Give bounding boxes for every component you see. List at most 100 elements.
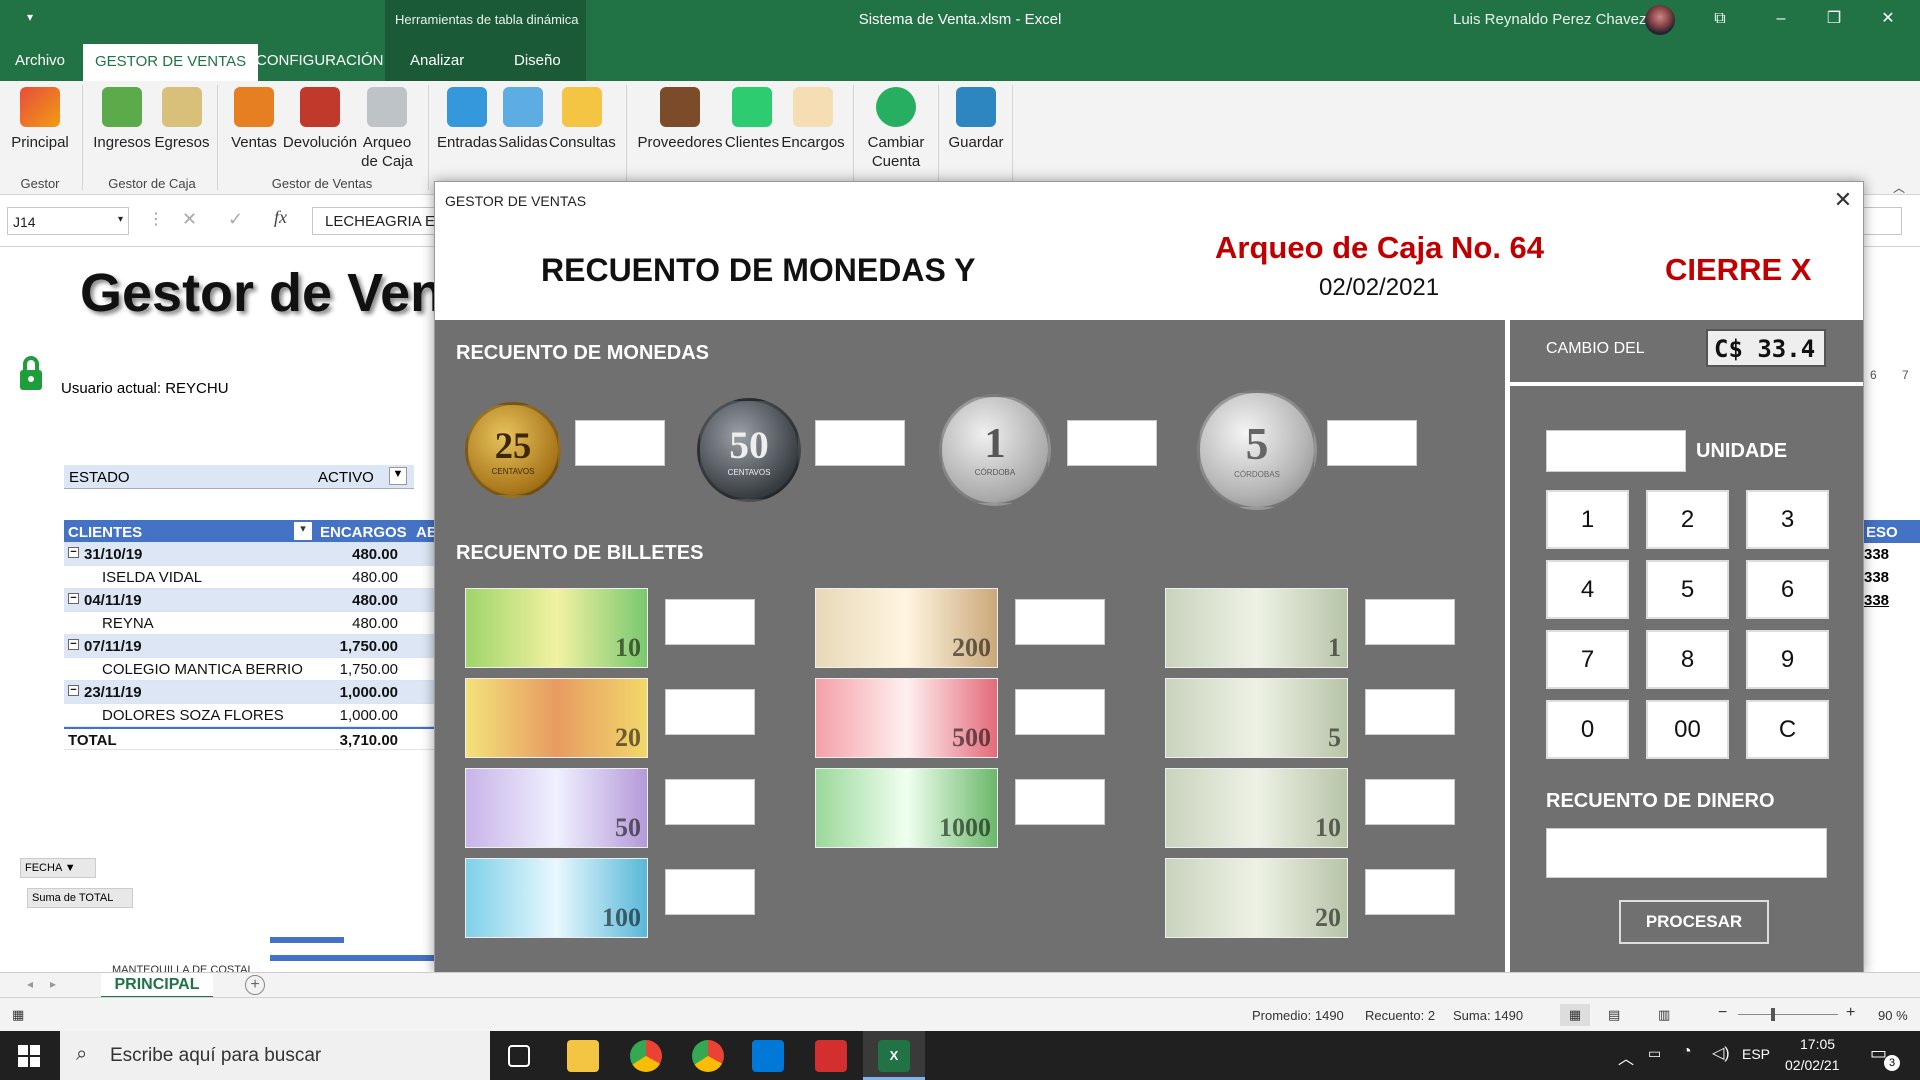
pivot-row[interactable]: ISELDA VIDAL 480.00	[64, 566, 434, 589]
key-0-button[interactable]: 0	[1546, 700, 1629, 759]
proveedores-button[interactable]: Proveedores	[636, 87, 724, 152]
key-00-button[interactable]: 00	[1646, 700, 1729, 759]
add-sheet-icon[interactable]: +	[245, 975, 265, 995]
language-indicator[interactable]: ESP	[1742, 1046, 1770, 1062]
coin-1-input[interactable]	[1067, 420, 1157, 466]
scroll-right-icon[interactable]: ▸	[50, 977, 56, 991]
ventas-button[interactable]: Ventas	[228, 87, 280, 152]
encargos-button[interactable]: Encargos	[780, 87, 846, 152]
key-1-button[interactable]: 1	[1546, 490, 1629, 549]
usd-bill-10-input[interactable]	[1365, 779, 1455, 825]
egresos-button[interactable]: Egresos	[152, 87, 212, 152]
zoom-out-icon[interactable]: −	[1718, 1004, 1727, 1022]
pivot-row[interactable]: −31/10/19 480.00	[64, 543, 434, 566]
tab-archivo[interactable]: Archivo	[15, 52, 65, 69]
restore-icon[interactable]: ❐	[1823, 8, 1845, 30]
clock-time[interactable]: 17:05	[1800, 1036, 1835, 1052]
zoom-slider[interactable]	[1738, 1014, 1838, 1015]
pivot-row[interactable]: COLEGIO MANTICA BERRIO 1,750.00	[64, 658, 434, 681]
pivot-row[interactable]: −23/11/19 1,000.00	[64, 681, 434, 704]
chevron-up-icon[interactable]: ︿	[1618, 1045, 1634, 1069]
tab-configuracion[interactable]: CONFIGURACIÓN	[256, 52, 384, 69]
nio-bill-20-input[interactable]	[665, 689, 755, 735]
key-2-button[interactable]: 2	[1646, 490, 1729, 549]
key-4-button[interactable]: 4	[1546, 560, 1629, 619]
page-layout-icon[interactable]: ▤	[1608, 1007, 1620, 1023]
cancel-icon[interactable]: ✕	[182, 209, 197, 230]
guardar-button[interactable]: Guardar	[946, 87, 1006, 152]
chart-sum-button[interactable]: Suma de TOTAL	[27, 888, 133, 908]
sheet-tab-principal[interactable]: PRINCIPAL	[101, 973, 213, 999]
page-break-icon[interactable]: ▥	[1658, 1007, 1670, 1023]
excel-taskbar-item[interactable]: X	[863, 1031, 925, 1080]
tab-gestor-de-ventas[interactable]: GESTOR DE VENTAS	[83, 44, 259, 81]
pivot-row[interactable]: DOLORES SOZA FLORES 1,000.00	[64, 704, 434, 727]
pivot-row[interactable]: −07/11/19 1,750.00	[64, 635, 434, 658]
salidas-button[interactable]: Salidas	[498, 87, 548, 152]
confirm-icon[interactable]: ✓	[228, 209, 243, 230]
collapse-icon[interactable]: −	[68, 685, 79, 696]
chart-filter-button[interactable]: FECHA ▼	[20, 858, 96, 878]
collapse-icon[interactable]: −	[68, 547, 79, 558]
clientes-button[interactable]: Clientes	[724, 87, 780, 152]
task-view-icon[interactable]	[508, 1045, 530, 1067]
user-name[interactable]: Luis Reynaldo Perez Chavez	[1453, 11, 1646, 28]
ingresos-button[interactable]: Ingresos	[92, 87, 152, 152]
usd-bill-5-input[interactable]	[1365, 689, 1455, 735]
name-box[interactable]: J14 ▾	[7, 207, 129, 235]
entradas-button[interactable]: Entradas	[436, 87, 498, 152]
macro-icon[interactable]: ▦	[12, 1007, 24, 1023]
chrome-icon[interactable]	[630, 1040, 662, 1072]
tab-analizar[interactable]: Analizar	[410, 52, 464, 69]
principal-button[interactable]: Principal	[8, 87, 72, 152]
filter-icon[interactable]: ▾	[294, 522, 312, 540]
key-6-button[interactable]: 6	[1746, 560, 1829, 619]
close-icon[interactable]: ✕	[1877, 8, 1899, 30]
clock-date[interactable]: 02/02/21	[1785, 1057, 1840, 1073]
tab-diseno[interactable]: Diseño	[514, 52, 561, 69]
volume-icon[interactable]: ◁)	[1712, 1043, 1730, 1063]
cambiar-cuenta-button[interactable]: Cambiar Cuenta	[863, 87, 929, 171]
collapse-icon[interactable]: −	[68, 593, 79, 604]
battery-icon[interactable]: ▭	[1648, 1045, 1661, 1062]
windows-start-icon[interactable]	[18, 1045, 40, 1067]
arqueo-button[interactable]: Arqueo de Caja	[358, 87, 416, 171]
acrobat-icon[interactable]	[815, 1040, 847, 1072]
devolucion-button[interactable]: Devolución	[280, 87, 360, 152]
collapse-icon[interactable]: −	[68, 639, 79, 650]
zoom-level[interactable]: 90 %	[1878, 1008, 1908, 1023]
coin-5-input[interactable]	[1327, 420, 1417, 466]
minimize-icon[interactable]: –	[1770, 8, 1792, 30]
zoom-handle[interactable]	[1771, 1008, 1775, 1021]
scroll-left-icon[interactable]: ◂	[27, 977, 33, 991]
function-icon[interactable]: fx	[274, 207, 287, 228]
nio-bill-100-input[interactable]	[665, 869, 755, 915]
close-icon[interactable]: ✕	[1831, 188, 1855, 212]
nio-bill-10-input[interactable]	[665, 599, 755, 645]
coin-50-input[interactable]	[815, 420, 905, 466]
usd-bill-1-input[interactable]	[1365, 599, 1455, 645]
recuento-input[interactable]	[1546, 828, 1827, 878]
usd-bill-20-input[interactable]	[1365, 869, 1455, 915]
wifi-icon[interactable]: ◔	[1682, 1043, 1692, 1061]
key-3-button[interactable]: 3	[1746, 490, 1829, 549]
filter-icon[interactable]: ▼	[389, 467, 407, 485]
collapse-ribbon-icon[interactable]: ︿	[1893, 179, 1905, 196]
procesar-button[interactable]: PROCESAR	[1619, 900, 1769, 944]
key-8-button[interactable]: 8	[1646, 630, 1729, 689]
zoom-in-icon[interactable]: +	[1846, 1004, 1855, 1022]
nio-bill-50-input[interactable]	[665, 779, 755, 825]
taskbar-search[interactable]: ⌕ Escribe aquí para buscar	[60, 1031, 490, 1080]
nio-bill-1000-input[interactable]	[1015, 779, 1105, 825]
pivot-total-row[interactable]: TOTAL 3,710.00	[64, 727, 434, 750]
chrome-profile-icon[interactable]	[692, 1040, 724, 1072]
pivot-row[interactable]: REYNA 480.00	[64, 612, 434, 635]
vscode-icon[interactable]	[752, 1040, 784, 1072]
unidad-input[interactable]	[1546, 430, 1686, 472]
nio-bill-500-input[interactable]	[1015, 689, 1105, 735]
key-5-button[interactable]: 5	[1646, 560, 1729, 619]
key-9-button[interactable]: 9	[1746, 630, 1829, 689]
avatar[interactable]	[1645, 5, 1675, 35]
ribbon-display-icon[interactable]: ⧉	[1709, 8, 1731, 30]
nio-bill-200-input[interactable]	[1015, 599, 1105, 645]
